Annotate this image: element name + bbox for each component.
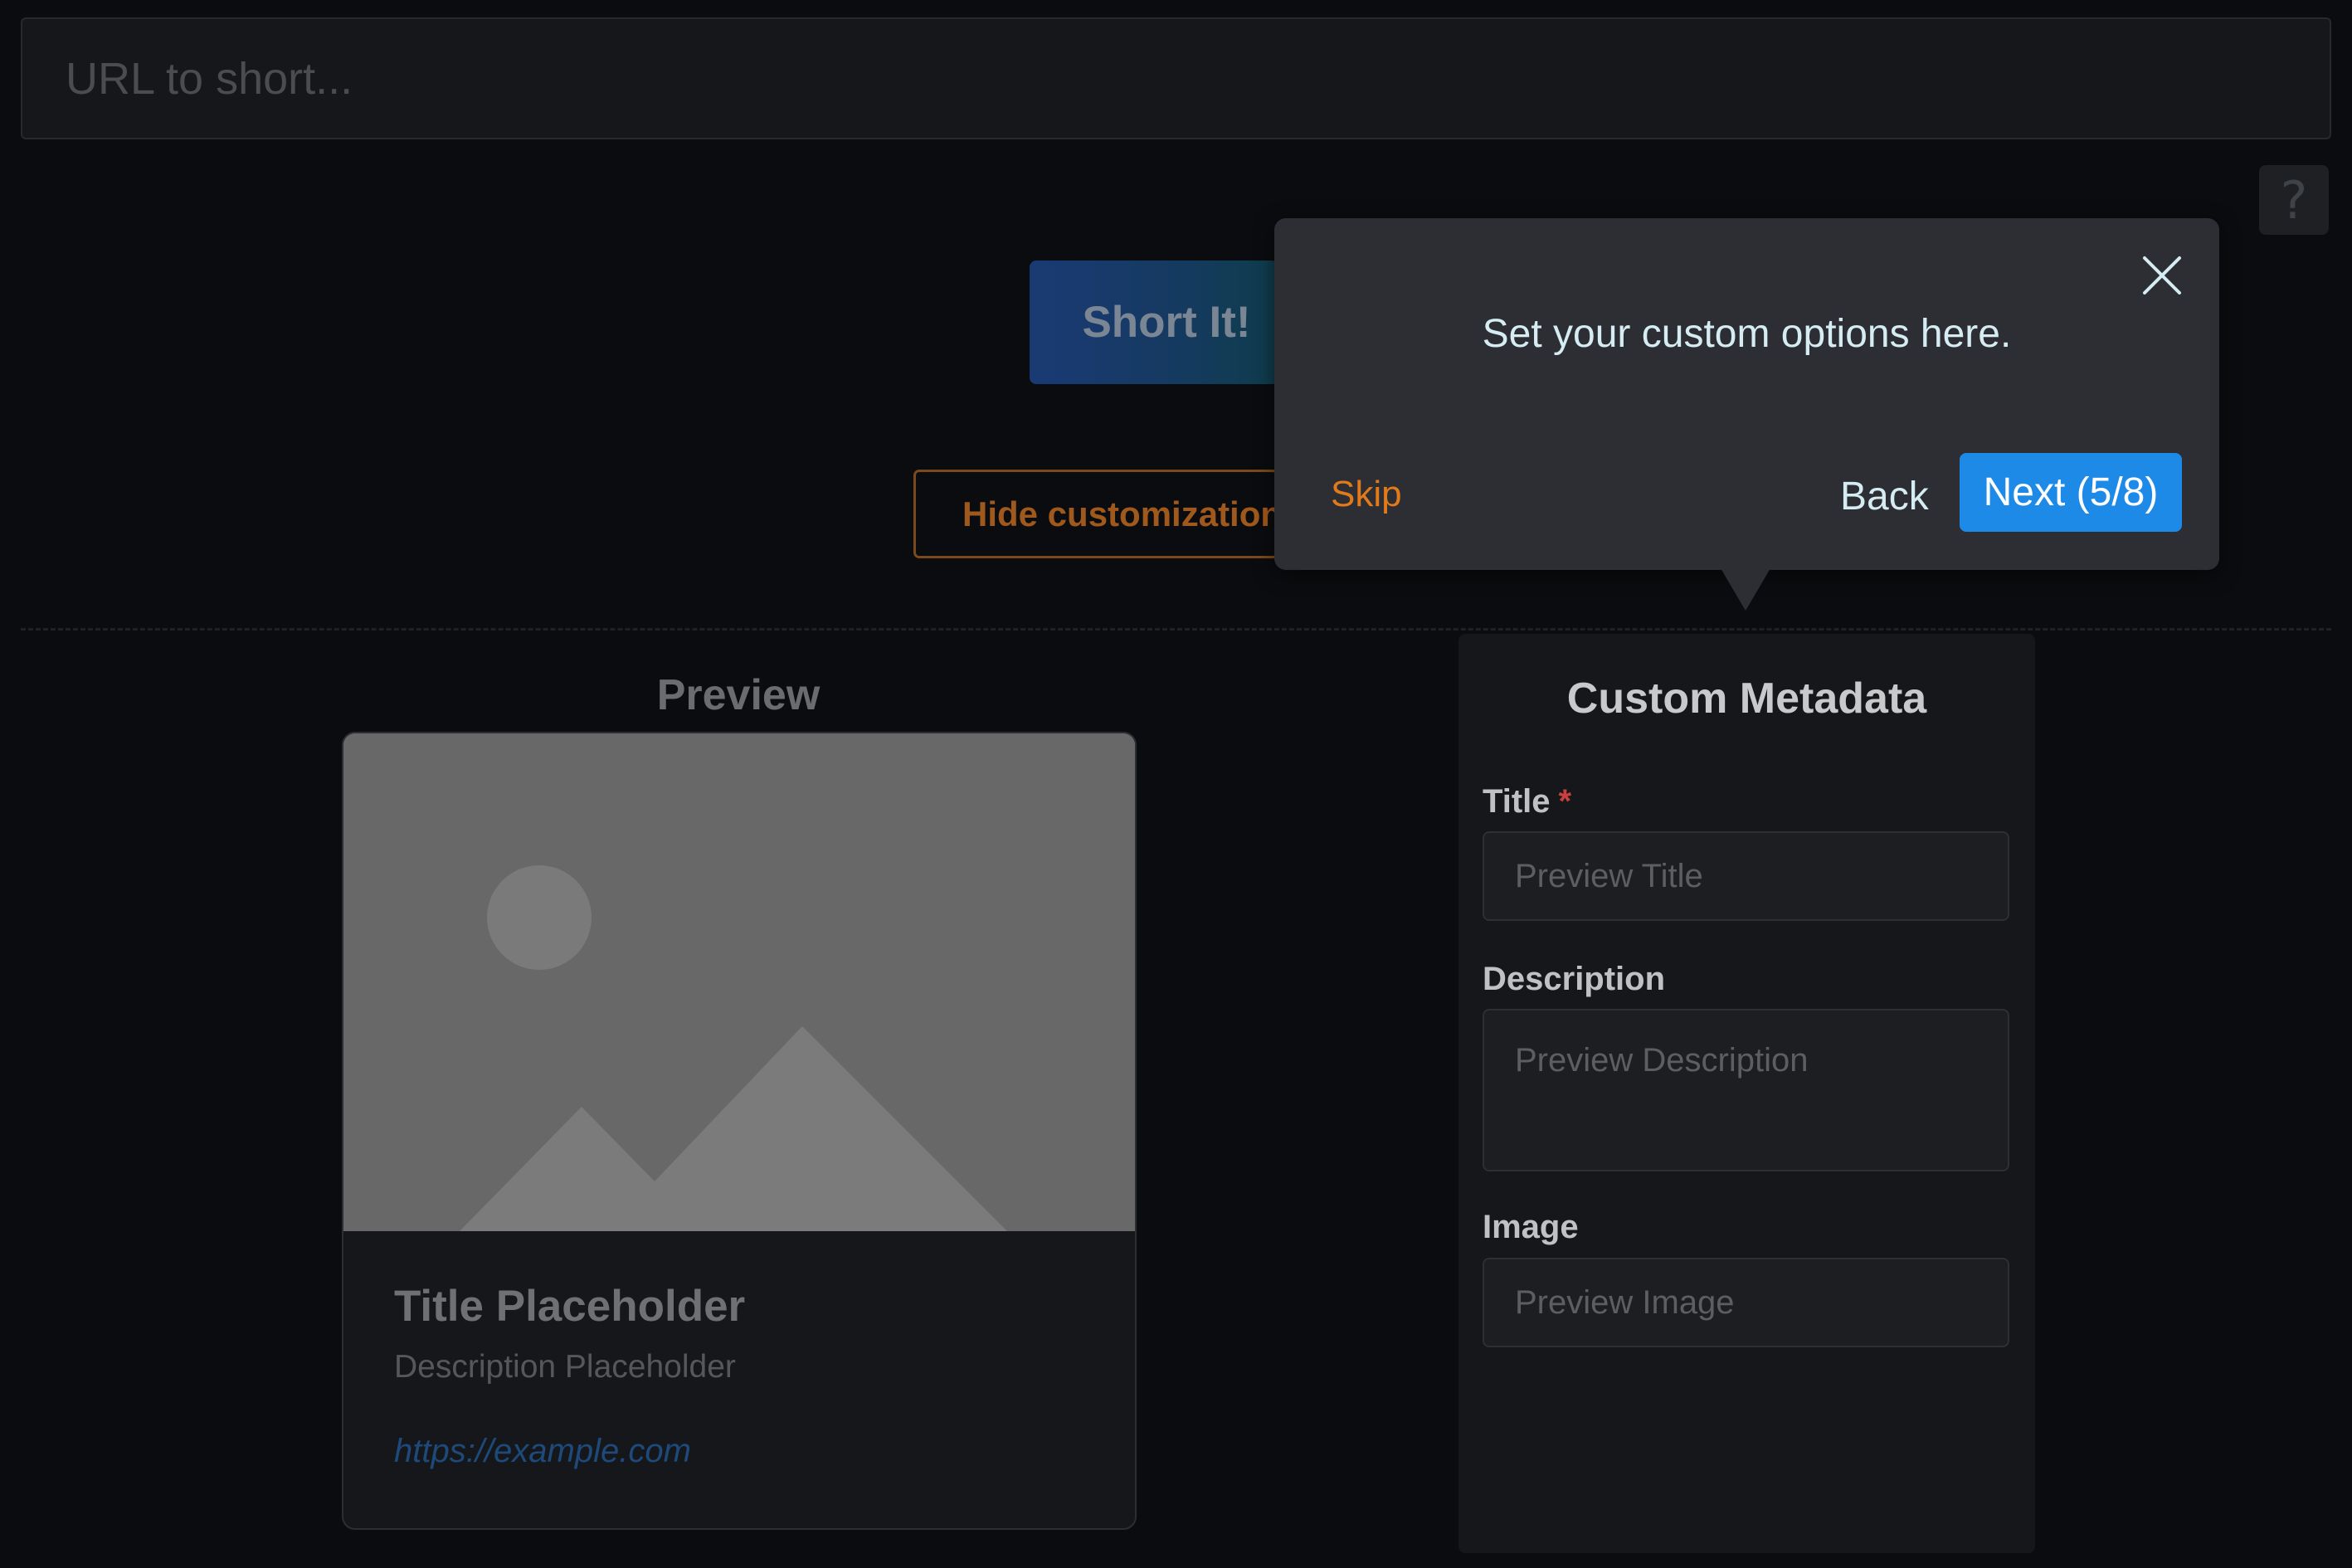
close-icon[interactable] (2136, 250, 2188, 301)
tour-next-label: Next (5/8) (1983, 470, 2159, 514)
required-mark: * (1558, 783, 1572, 820)
card-description: Description Placeholder (394, 1349, 736, 1385)
description-input[interactable] (1483, 1009, 2009, 1171)
tour-back-button[interactable]: Back (1840, 474, 1929, 519)
preview-card: Title Placeholder Description Placeholde… (342, 732, 1137, 1530)
short-it-label: Short It! (1082, 298, 1251, 347)
image-placeholder-icon (343, 733, 1135, 1231)
title-field-label: Title * (1483, 783, 1572, 820)
tour-message: Set your custom options here. (1482, 312, 2012, 356)
image-input[interactable] (1483, 1258, 2009, 1347)
custom-metadata-heading: Custom Metadata (1566, 674, 1927, 723)
short-it-button[interactable]: Short It! (1030, 261, 1278, 384)
hide-customization-label: Hide customization (962, 494, 1278, 533)
description-field-label: Description (1483, 961, 1666, 997)
url-input[interactable] (21, 17, 2331, 139)
preview-heading: Preview (656, 671, 821, 719)
section-divider (21, 628, 2331, 631)
custom-metadata-panel: Custom Metadata Title* Description Image (1458, 634, 2035, 1553)
hide-customization-button[interactable]: Hide customization (913, 470, 1278, 558)
help-button[interactable]: ? (2259, 165, 2329, 235)
tour-popover: Set your custom options here. Skip Back … (1274, 218, 2219, 570)
tour-skip-button[interactable]: Skip (1331, 474, 1402, 515)
tour-next-button[interactable]: Next (5/8) (1960, 453, 2182, 532)
card-url[interactable]: https://example.com (394, 1433, 691, 1470)
image-field-label: Image (1483, 1209, 1579, 1245)
card-title: Title Placeholder (394, 1282, 746, 1331)
tour-arrow-pointer (1721, 568, 1770, 611)
title-input[interactable] (1483, 831, 2009, 921)
